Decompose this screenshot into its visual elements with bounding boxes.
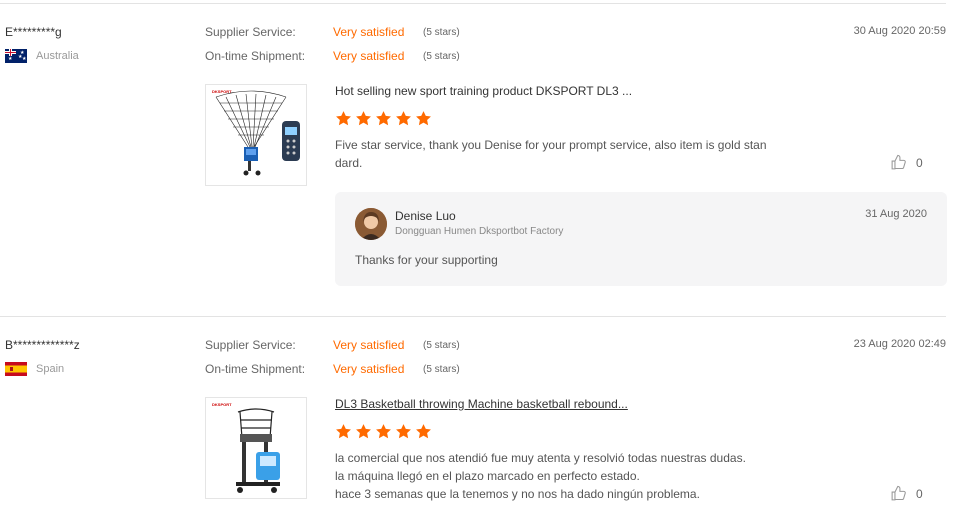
- supplier-service-label: Supplier Service:: [205, 25, 296, 39]
- thumbs-up-icon: [891, 154, 906, 170]
- country-name: Australia: [36, 50, 79, 62]
- like-button[interactable]: 0: [890, 154, 923, 171]
- country-name: Spain: [36, 363, 65, 375]
- star-icon: [376, 424, 391, 439]
- buyer-name: E*********g: [5, 25, 62, 39]
- shipment-stars: (5 stars): [423, 364, 460, 375]
- shipment-value: Very satisfied: [333, 362, 405, 376]
- product-image[interactable]: DKSPORT: [205, 84, 307, 186]
- supplier-service-value: Very satisfied: [333, 338, 405, 352]
- review-comment: Five star service, thank you Denise for …: [335, 136, 830, 172]
- star-icon: [336, 111, 351, 126]
- buyer-name: B*************z: [5, 338, 80, 352]
- star-rating: [335, 110, 432, 127]
- supplier-service-stars: (5 stars): [423, 27, 460, 38]
- thumbs-up-icon: [891, 485, 906, 501]
- shipment-value: Very satisfied: [333, 49, 405, 63]
- star-icon: [356, 111, 371, 126]
- reply-text: Thanks for your supporting: [355, 253, 498, 267]
- star-icon: [336, 424, 351, 439]
- reply-author-name: Denise Luo: [395, 209, 456, 223]
- star-icon: [416, 424, 431, 439]
- review-item: E*********g ★ ★ ★ ★ Australia Supplier S…: [0, 0, 956, 300]
- review-date: 30 Aug 2020 20:59: [853, 25, 946, 37]
- comment-line: dard.: [335, 156, 363, 170]
- product-image[interactable]: DKSPORT: [205, 397, 307, 499]
- supplier-reply: Denise Luo Dongguan Humen Dksportbot Fac…: [335, 192, 947, 286]
- shipment-label: On-time Shipment:: [205, 362, 306, 376]
- svg-text:DKSPORT: DKSPORT: [212, 402, 232, 407]
- star-icon: [396, 111, 411, 126]
- star-icon: [416, 111, 431, 126]
- comment-line: la máquina llegó en el plazo marcado en …: [335, 469, 640, 483]
- reply-company: Dongguan Humen Dksportbot Factory: [395, 226, 564, 237]
- like-count: 0: [916, 155, 923, 170]
- like-count: 0: [916, 486, 923, 501]
- comment-line: hace 3 semanas que la tenemos y no nos h…: [335, 487, 700, 501]
- product-title-link[interactable]: Hot selling new sport training product D…: [335, 84, 632, 98]
- shipment-label: On-time Shipment:: [205, 49, 306, 63]
- shipment-stars: (5 stars): [423, 51, 460, 62]
- supplier-service-value: Very satisfied: [333, 25, 405, 39]
- review-item: B*************z Spain Supplier Service: …: [0, 313, 956, 516]
- avatar: [355, 208, 387, 240]
- supplier-service-stars: (5 stars): [423, 340, 460, 351]
- star-icon: [376, 111, 391, 126]
- buyer-country: ★ ★ ★ ★ Australia: [5, 49, 79, 63]
- star-icon: [356, 424, 371, 439]
- supplier-service-label: Supplier Service:: [205, 338, 296, 352]
- comment-line: la comercial que nos atendió fue muy ate…: [335, 451, 746, 465]
- review-comment: la comercial que nos atendió fue muy ate…: [335, 449, 830, 503]
- australia-flag-icon: ★ ★ ★ ★: [5, 49, 27, 63]
- star-rating: [335, 423, 432, 440]
- star-icon: [396, 424, 411, 439]
- like-button[interactable]: 0: [890, 485, 923, 502]
- comment-line: Five star service, thank you Denise for …: [335, 138, 767, 152]
- buyer-country: Spain: [5, 362, 64, 376]
- spain-flag-icon: [5, 362, 27, 376]
- review-date: 23 Aug 2020 02:49: [853, 338, 946, 350]
- product-title-link[interactable]: DL3 Basketball throwing Machine basketba…: [335, 397, 628, 411]
- reply-date: 31 Aug 2020: [865, 208, 927, 220]
